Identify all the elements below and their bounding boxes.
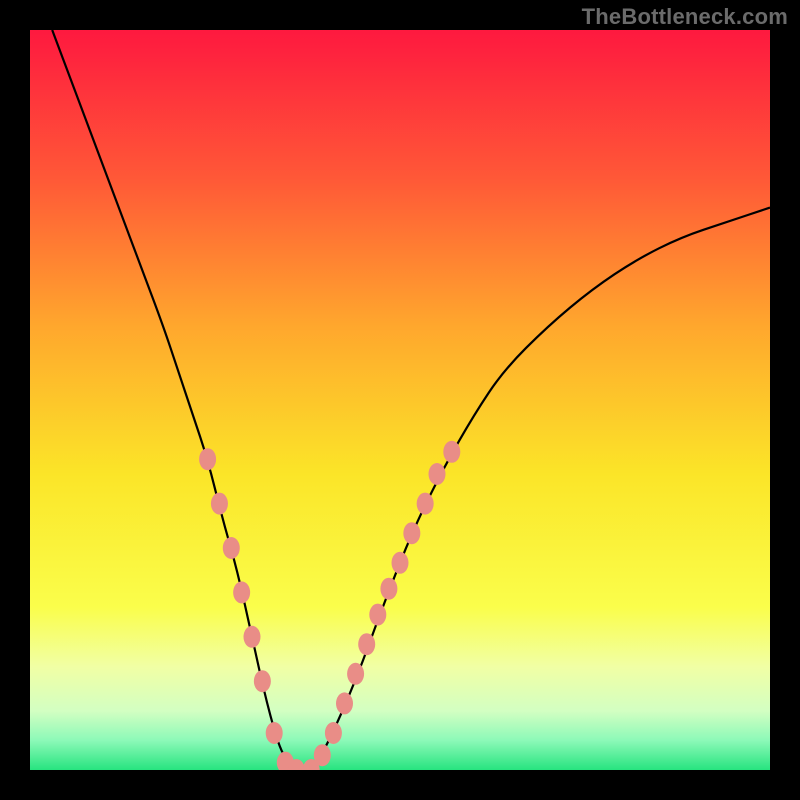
data-marker <box>199 448 216 470</box>
data-marker <box>266 722 283 744</box>
watermark-text: TheBottleneck.com <box>582 4 788 30</box>
chart-overlay <box>30 30 770 770</box>
data-marker <box>443 441 460 463</box>
data-marker <box>392 552 409 574</box>
data-marker <box>244 626 261 648</box>
data-marker <box>233 581 250 603</box>
data-marker <box>358 633 375 655</box>
chart-container: TheBottleneck.com <box>0 0 800 800</box>
bottleneck-curve <box>52 30 770 770</box>
data-marker <box>254 670 271 692</box>
data-marker <box>417 493 434 515</box>
data-marker <box>429 463 446 485</box>
plot-area <box>30 30 770 770</box>
data-marker <box>211 493 228 515</box>
data-marker <box>403 522 420 544</box>
data-markers <box>199 441 460 770</box>
data-marker <box>325 722 342 744</box>
data-marker <box>347 663 364 685</box>
data-marker <box>223 537 240 559</box>
data-marker <box>336 692 353 714</box>
data-marker <box>369 604 386 626</box>
data-marker <box>380 578 397 600</box>
data-marker <box>314 744 331 766</box>
